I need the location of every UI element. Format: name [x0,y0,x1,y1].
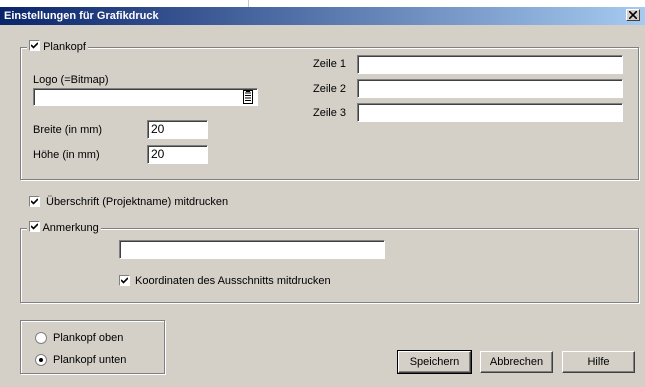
checkmark-icon [31,198,38,205]
anmerkung-input[interactable] [119,240,385,259]
plankopf-legend: Plankopf [27,40,88,54]
radio-plankopf-unten[interactable] [35,354,47,366]
close-icon [629,11,637,19]
help-button[interactable]: Hilfe [562,351,635,373]
logo-input[interactable] [33,88,258,106]
background-window-strip [0,0,645,7]
plankopf-oben-label: Plankopf oben [53,332,124,344]
breite-label: Breite (in mm) [33,124,103,136]
radio-selected-dot [39,358,43,362]
anmerkung-legend: Anmerkung [27,221,101,235]
hoehe-input[interactable]: 20 [147,145,208,164]
koordinaten-checkbox[interactable] [119,275,130,286]
zeile-3-label: Zeile 3 [313,107,347,119]
logo-label: Logo (=Bitmap) [33,74,109,86]
checkmark-icon [31,42,38,49]
ueberschrift-checkbox[interactable] [29,196,40,207]
zeile-1-label: Zeile 1 [313,58,347,70]
checkmark-icon [31,223,38,230]
hoehe-label: Höhe (in mm) [33,149,100,161]
dialog-title: Einstellungen für Grafikdruck [4,10,159,22]
anmerkung-checkbox[interactable] [29,221,40,232]
plankopf-checkbox[interactable] [29,40,40,51]
zeile-2-input[interactable] [357,79,623,98]
zeile-3-input[interactable] [357,103,623,122]
anmerkung-label: Anmerkung [42,222,99,234]
ueberschrift-label: Überschrift (Projektname) mitdrucken [46,196,229,208]
zeile-1-input[interactable] [357,55,623,74]
zeile-2-label: Zeile 2 [313,83,347,95]
cancel-button[interactable]: Abbrechen [480,351,553,373]
plankopf-label: Plankopf [43,41,86,53]
breite-input[interactable]: 20 [147,120,208,139]
close-button[interactable] [626,9,640,21]
plankopf-unten-label: Plankopf unten [53,354,127,366]
save-button[interactable]: Speichern [397,350,472,374]
radio-plankopf-oben[interactable] [35,332,47,344]
separator [248,0,249,7]
koordinaten-label: Koordinaten des Ausschnitts mitdrucken [135,275,331,287]
browse-file-icon[interactable] [242,90,254,104]
checkmark-icon [121,277,128,284]
